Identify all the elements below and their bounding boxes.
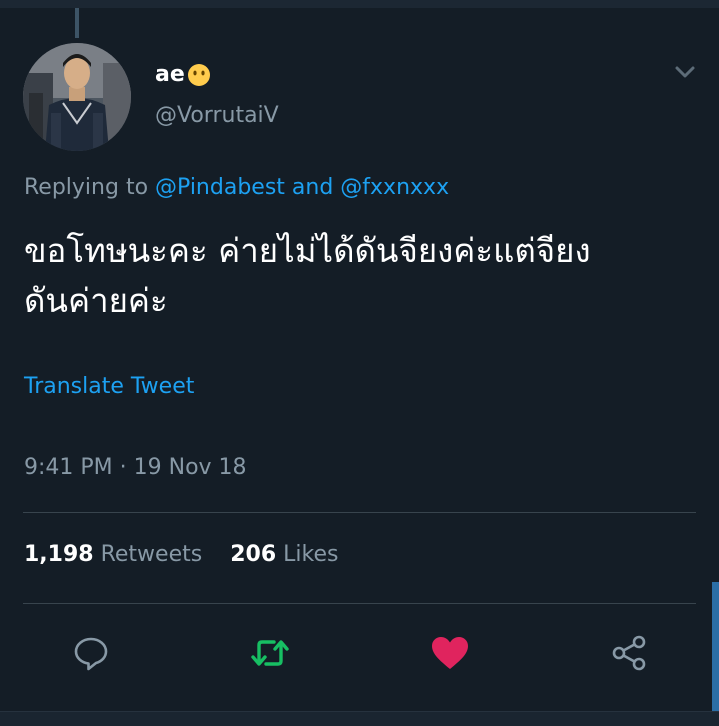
tweet-text-line-1: ขอโทษนะคะ ค่ายไม่ได้ดันจียงค่ะแต่จียง bbox=[24, 231, 591, 270]
next-item-edge bbox=[0, 711, 719, 726]
retweet-icon bbox=[251, 640, 289, 666]
divider bbox=[23, 603, 696, 604]
replying-to-prefix: Replying to bbox=[24, 175, 149, 200]
retweets-count[interactable]: 1,198 bbox=[24, 542, 94, 567]
reply-icon bbox=[74, 637, 108, 671]
mention-link-1[interactable]: @Pindabest bbox=[155, 175, 285, 200]
replying-to-line: Replying to @Pindabest and @fxxnxxx bbox=[24, 175, 449, 200]
tweet-timestamp[interactable]: 9:41 PM · 19 Nov 18 bbox=[24, 455, 247, 480]
divider bbox=[23, 512, 696, 513]
mention-conjunction: and bbox=[291, 175, 334, 200]
like-button[interactable] bbox=[430, 633, 470, 673]
likes-label[interactable]: Likes bbox=[283, 542, 338, 567]
author-handle[interactable]: @VorrutaiV bbox=[155, 103, 279, 128]
retweets-label[interactable]: Retweets bbox=[101, 542, 203, 567]
engagement-stats: 1,198 Retweets 206 Likes bbox=[24, 542, 338, 567]
thread-connector-line bbox=[75, 8, 79, 38]
top-bar-edge bbox=[0, 0, 719, 8]
scrollbar-thumb[interactable] bbox=[712, 582, 719, 725]
no-mouth-face-emoji-icon bbox=[187, 63, 211, 87]
likes-count[interactable]: 206 bbox=[230, 542, 276, 567]
avatar[interactable] bbox=[23, 43, 131, 151]
translate-tweet-link[interactable]: Translate Tweet bbox=[24, 374, 194, 399]
reply-button[interactable] bbox=[71, 633, 111, 673]
chevron-down-icon[interactable] bbox=[673, 62, 697, 82]
display-name[interactable]: ae bbox=[155, 62, 185, 87]
retweet-button[interactable] bbox=[250, 633, 290, 673]
share-button[interactable] bbox=[609, 633, 649, 673]
share-icon bbox=[612, 635, 646, 671]
mention-link-2[interactable]: @fxxnxxx bbox=[340, 175, 449, 200]
author-name-row[interactable]: ae bbox=[155, 62, 211, 87]
tweet-text: ขอโทษนะคะ ค่ายไม่ได้ดันจียงค่ะแต่จียง ดั… bbox=[24, 226, 694, 326]
tweet-text-line-2: ดันค่ายค่ะ bbox=[24, 281, 168, 320]
heart-icon bbox=[432, 637, 468, 669]
